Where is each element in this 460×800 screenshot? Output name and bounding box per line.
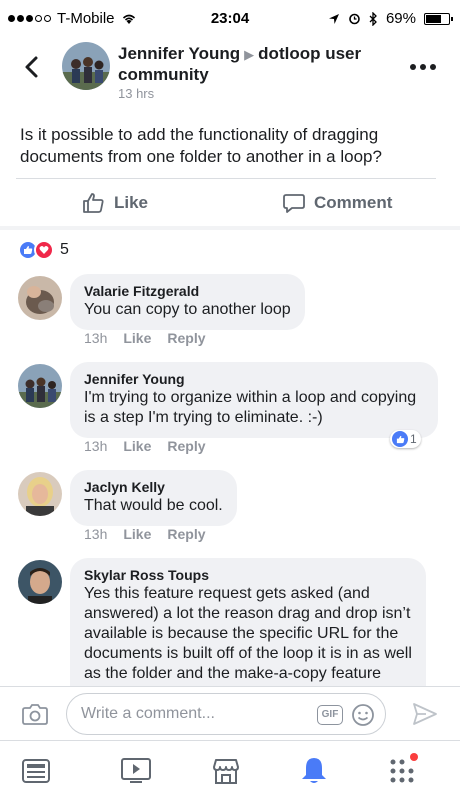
caret-right-icon: ▶: [244, 47, 255, 62]
comment-reply-button[interactable]: Reply: [167, 526, 205, 542]
comment-button[interactable]: Comment: [282, 191, 460, 215]
comment-bubble[interactable]: Skylar Ross Toups Yes this feature reque…: [70, 558, 426, 686]
bottom-tab-bar: [0, 740, 460, 800]
comment-reaction-count: 1: [410, 432, 417, 446]
post-header: Jennifer Young ▶ dotloop user community 13…: [0, 36, 460, 110]
bluetooth-icon: [369, 11, 377, 26]
emoji-icon[interactable]: [351, 703, 375, 727]
status-right: 69%: [328, 10, 453, 27]
section-divider: [0, 226, 460, 230]
commenter-name[interactable]: Valarie Fitzgerald: [84, 282, 291, 300]
commenter-avatar[interactable]: [18, 472, 62, 516]
battery-percent: 69%: [385, 10, 416, 27]
comment-input-placeholder: Write a comment...: [81, 705, 215, 722]
alarm-icon: [349, 13, 360, 25]
commenter-avatar[interactable]: [18, 364, 62, 408]
tab-menu[interactable]: [382, 751, 422, 791]
commenter-avatar[interactable]: [18, 560, 62, 604]
comment-text: I'm trying to organize within a loop and…: [84, 389, 417, 426]
camera-icon[interactable]: [22, 703, 48, 725]
reactions-summary[interactable]: 5: [18, 240, 69, 260]
commenter-name[interactable]: Jennifer Young: [84, 370, 424, 388]
notification-dot: [410, 753, 418, 761]
comment-item: Skylar Ross Toups Yes this feature reque…: [18, 558, 438, 686]
comment-reaction-badge[interactable]: 1: [390, 430, 421, 448]
comment-like-button[interactable]: Like: [123, 526, 151, 542]
tab-marketplace[interactable]: [206, 751, 246, 791]
comment-bubble[interactable]: Valarie Fitzgerald You can copy to anoth…: [70, 274, 305, 330]
marketplace-icon: [213, 759, 239, 784]
commenter-avatar[interactable]: [18, 276, 62, 320]
news-feed-icon: [22, 759, 50, 783]
comment-input[interactable]: Write a comment... GIF: [66, 693, 386, 735]
post-author[interactable]: Jennifer Young: [118, 44, 240, 63]
comment-text: That would be cool.: [84, 497, 223, 514]
comment-meta: 13h Like Reply: [84, 526, 206, 542]
comment-like-button[interactable]: Like: [123, 438, 151, 454]
tab-notifications[interactable]: [294, 751, 334, 791]
tab-news-feed[interactable]: [16, 751, 56, 791]
comment-meta: 13h Like Reply: [84, 438, 206, 454]
comment-time[interactable]: 13h: [84, 438, 107, 454]
back-icon[interactable]: [20, 52, 44, 82]
comment-text: Yes this feature request gets asked (and…: [84, 585, 412, 686]
menu-grid-icon: [390, 759, 414, 783]
status-bar: T-Mobile 23:04 69%: [0, 0, 460, 36]
comment-like-button[interactable]: Like: [123, 330, 151, 346]
like-reaction-icon: [392, 431, 408, 447]
gif-button[interactable]: GIF: [317, 705, 343, 725]
commenter-name[interactable]: Skylar Ross Toups: [84, 566, 412, 584]
commenter-name[interactable]: Jaclyn Kelly: [84, 478, 223, 496]
comment-text: You can copy to another loop: [84, 301, 291, 318]
bell-icon: [302, 758, 326, 783]
reaction-count: 5: [60, 241, 69, 258]
like-button[interactable]: Like: [82, 191, 148, 215]
location-icon: [328, 13, 339, 24]
love-reaction-icon: [34, 240, 54, 260]
author-avatar[interactable]: [62, 42, 110, 90]
comment-time[interactable]: 13h: [84, 526, 107, 542]
send-icon[interactable]: [412, 702, 438, 726]
comment-time[interactable]: 13h: [84, 330, 107, 346]
post-author-line[interactable]: Jennifer Young ▶ dotloop user community: [118, 44, 398, 85]
post-time[interactable]: 13 hrs: [118, 86, 154, 101]
post-actions: Like Comment: [16, 178, 436, 226]
comment-label: Comment: [314, 193, 393, 212]
more-options-icon[interactable]: [410, 64, 436, 70]
video-icon: [121, 758, 151, 783]
comment-meta: 13h Like Reply: [84, 330, 206, 346]
comment-bubble[interactable]: Jennifer Young I'm trying to organize wi…: [70, 362, 438, 438]
tab-watch[interactable]: [116, 751, 156, 791]
post-text: Is it possible to add the functionality …: [20, 125, 382, 166]
comment-reply-button[interactable]: Reply: [167, 330, 205, 346]
like-label: Like: [114, 193, 149, 212]
battery-icon: [424, 12, 453, 25]
comment-composer: Write a comment... GIF: [0, 686, 460, 740]
comment-bubble[interactable]: Jaclyn Kelly That would be cool.: [70, 470, 237, 526]
comment-icon: [283, 194, 305, 213]
comment-reply-button[interactable]: Reply: [167, 438, 205, 454]
thumbs-up-icon: [83, 193, 104, 213]
